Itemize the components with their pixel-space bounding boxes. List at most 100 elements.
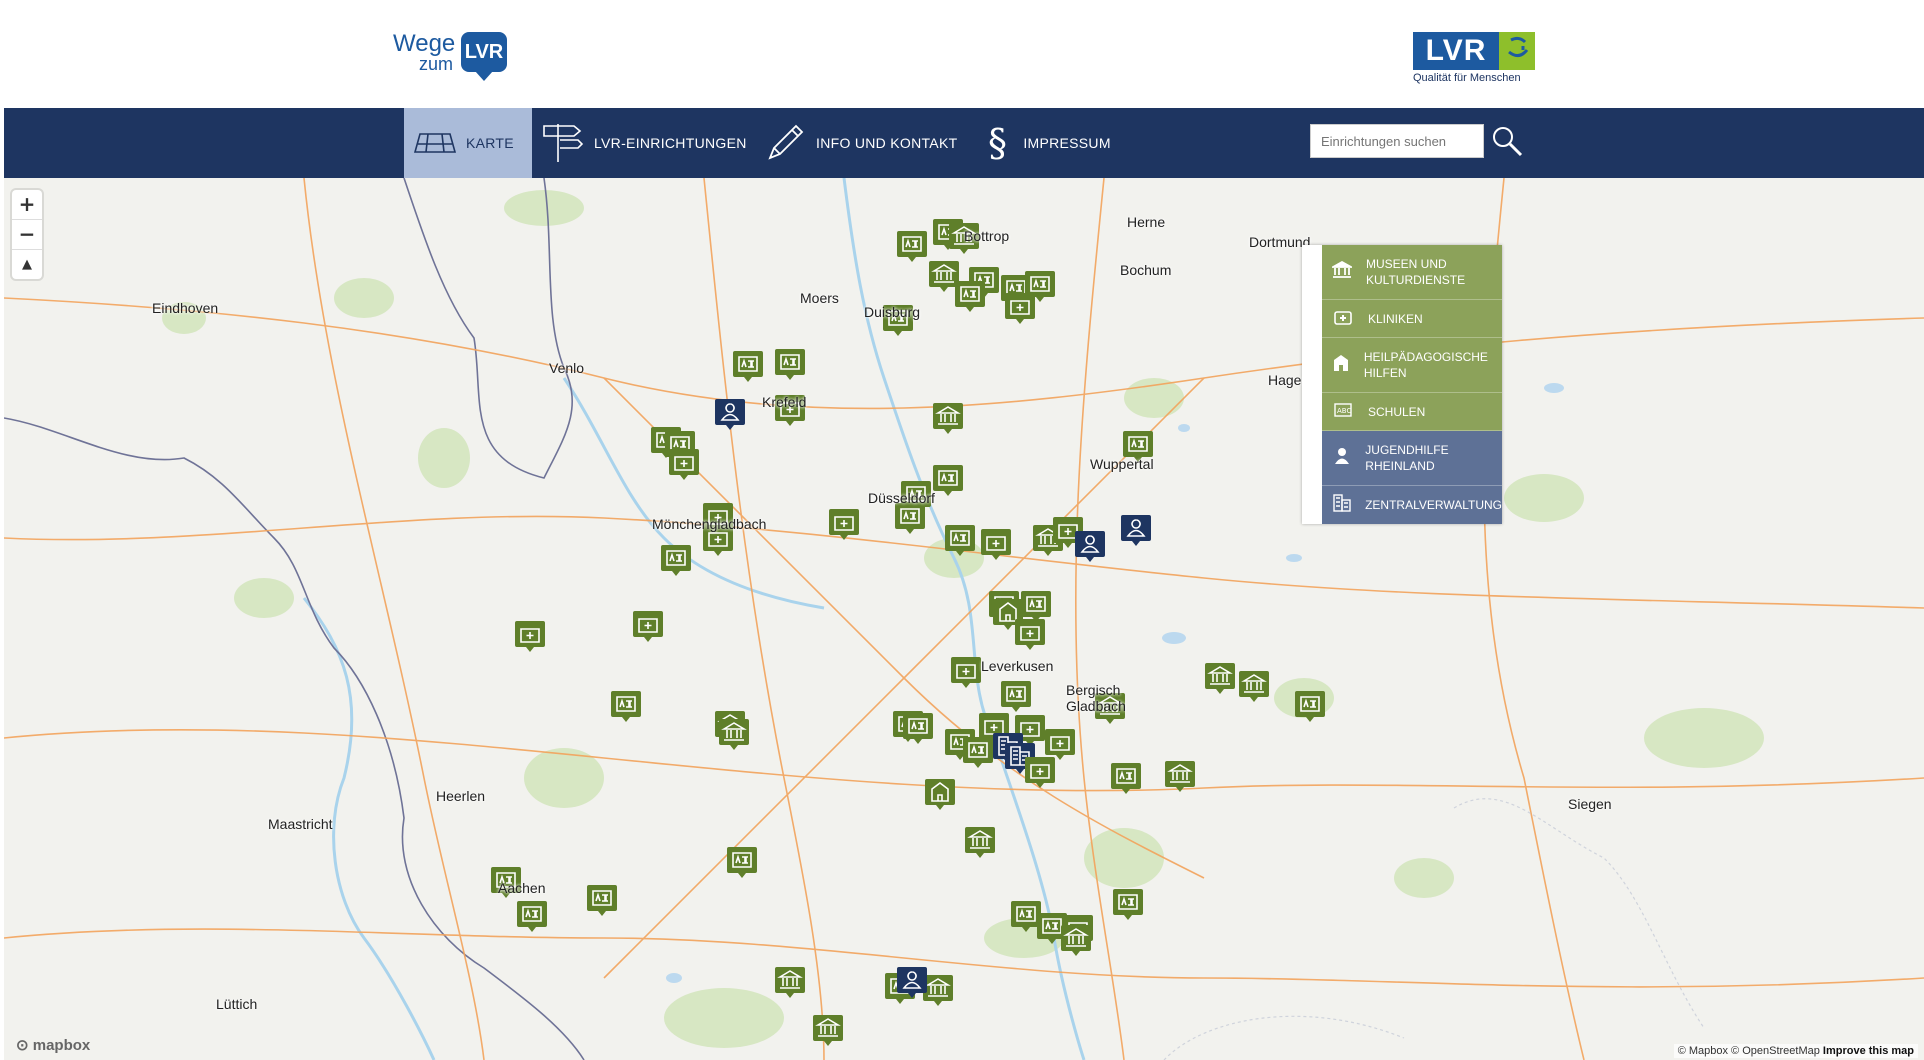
compass-button[interactable]: ▲ <box>12 250 42 279</box>
city-label: Wuppertal <box>1090 456 1154 472</box>
school-marker[interactable] <box>1113 889 1143 920</box>
school-marker[interactable] <box>1001 681 1031 712</box>
house-marker[interactable] <box>925 779 955 810</box>
nav-item-impressum[interactable]: § IMPRESSUM <box>988 108 1111 178</box>
museum-marker[interactable] <box>929 261 959 292</box>
school-marker[interactable] <box>897 231 927 262</box>
school-marker[interactable] <box>517 901 547 932</box>
clinic-icon <box>1332 309 1354 329</box>
legend-item-heilpaedagogische-hilfen[interactable]: HEILPÄDAGOGISCHE HILFEN <box>1322 338 1502 393</box>
logo-lvr-bubble: LVR <box>461 32 507 81</box>
category-legend: MUSEEN UND KULTURDIENSTE KLINIKEN HEILPÄ… <box>1302 245 1502 524</box>
lvr-tagline: Qualität für Menschen <box>1413 72 1521 84</box>
legend-item-jugendhilfe[interactable]: JUGENDHILFE RHEINLAND <box>1322 431 1502 486</box>
city-label: Heerlen <box>436 788 486 804</box>
legend-item-museen[interactable]: MUSEEN UND KULTURDIENSTE <box>1322 245 1502 300</box>
museum-marker[interactable] <box>813 1015 843 1046</box>
search-input[interactable] <box>1310 124 1484 158</box>
clinic-marker[interactable] <box>515 621 545 652</box>
signpost-icon <box>540 120 584 167</box>
map-icon <box>413 130 457 157</box>
nav-item-karte[interactable]: KARTE <box>404 108 532 178</box>
school-marker[interactable] <box>1111 763 1141 794</box>
facility-markers[interactable] <box>491 219 1325 1046</box>
clinic-marker[interactable] <box>1045 729 1075 760</box>
legend-label: MUSEEN UND KULTURDIENSTE <box>1366 257 1466 287</box>
city-label: Krefeld <box>762 394 807 410</box>
city-label: Siegen <box>1568 796 1612 812</box>
attribution-text: © Mapbox © OpenStreetMap <box>1677 1045 1820 1057</box>
museum-marker[interactable] <box>933 403 963 434</box>
logo-zum-text: zum <box>419 54 454 74</box>
zoom-out-button[interactable]: − <box>12 220 42 250</box>
museum-marker[interactable] <box>1205 663 1235 694</box>
paragraph-icon: § <box>988 121 1008 165</box>
city-label: Mönchengladbach <box>652 516 767 532</box>
map-background <box>4 178 1924 1060</box>
clinic-marker[interactable] <box>1005 293 1035 324</box>
youth-welfare-marker[interactable] <box>715 399 745 430</box>
lvr-face-icon <box>1499 32 1535 70</box>
museum-marker[interactable] <box>1061 925 1091 956</box>
legend-item-zentralverwaltung[interactable]: ZENTRALVERWALTUNG <box>1322 486 1502 524</box>
clinic-marker[interactable] <box>669 449 699 480</box>
clinic-marker[interactable] <box>829 509 859 540</box>
museum-icon <box>1329 260 1355 283</box>
main-nav: KARTE LVR-EINRICHTUNGEN INFO UND KONTAKT… <box>4 108 1924 178</box>
school-marker[interactable] <box>933 465 963 496</box>
nav-label-info-und-kontakt: INFO UND KONTAKT <box>816 135 958 151</box>
nav-item-info-und-kontakt[interactable]: INFO UND KONTAKT <box>766 108 957 178</box>
museum-marker[interactable] <box>965 827 995 858</box>
city-label: Moers <box>800 290 839 306</box>
clinic-marker[interactable] <box>1015 619 1045 650</box>
museum-marker[interactable] <box>719 719 749 750</box>
legend-item-schulen[interactable]: ABC SCHULEN <box>1322 393 1502 431</box>
city-label: Bottrop <box>964 228 1010 244</box>
school-marker[interactable] <box>963 737 993 768</box>
school-marker[interactable] <box>775 349 805 380</box>
city-label: Eindhoven <box>152 300 219 316</box>
site-header: Wege zum LVR LVR Qualität für Menschen <box>0 0 1924 108</box>
search-icon[interactable] <box>1490 124 1524 158</box>
school-marker[interactable] <box>1021 591 1051 622</box>
city-label: Bergisch Gladbach <box>1066 682 1126 714</box>
clinic-marker[interactable] <box>1025 757 1055 788</box>
nav-label-karte: KARTE <box>466 135 514 151</box>
lvr-logo-text: LVR <box>1413 32 1499 70</box>
school-marker[interactable] <box>733 351 763 382</box>
school-marker[interactable] <box>661 545 691 576</box>
museum-marker[interactable] <box>775 967 805 998</box>
museum-marker[interactable] <box>923 975 953 1006</box>
zoom-in-button[interactable]: + <box>12 190 42 220</box>
museum-marker[interactable] <box>1165 761 1195 792</box>
city-label: Leverkusen <box>981 658 1054 674</box>
youth-welfare-marker[interactable] <box>1075 531 1105 562</box>
school-marker[interactable] <box>587 885 617 916</box>
clinic-marker[interactable] <box>633 611 663 642</box>
school-marker[interactable] <box>955 281 985 312</box>
lvr-logo[interactable]: LVR Qualität für Menschen <box>1413 32 1538 86</box>
city-label: Lüttich <box>216 996 258 1012</box>
city-label: Duisburg <box>864 304 921 320</box>
office-icon <box>1332 494 1351 516</box>
legend-item-kliniken[interactable]: KLINIKEN <box>1322 300 1502 338</box>
map-canvas[interactable]: Eindhoven Moers Bottrop Duisburg Herne B… <box>4 178 1924 1060</box>
legend-label: ZENTRALVERWALTUNG <box>1365 498 1502 512</box>
mapbox-logo-text: mapbox <box>32 1037 91 1054</box>
zoom-control: + − ▲ <box>12 190 42 279</box>
youth-welfare-marker[interactable] <box>1121 515 1151 546</box>
city-label: Venlo <box>549 360 585 376</box>
svg-text:ABC: ABC <box>1337 407 1351 415</box>
improve-map-link[interactable]: Improve this map <box>1823 1045 1914 1057</box>
mapbox-logo[interactable]: ⊙ mapbox <box>16 1036 90 1054</box>
school-marker[interactable] <box>727 847 757 878</box>
nav-label-lvr-einrichtungen: LVR-EINRICHTUNGEN <box>594 135 747 151</box>
legend-label: SCHULEN <box>1368 404 1426 419</box>
school-marker[interactable] <box>611 691 641 722</box>
wege-zum-lvr-logo[interactable]: Wege zum LVR <box>393 30 523 82</box>
legend-label: JUGENDHILFE RHEINLAND <box>1365 443 1449 473</box>
city-label: Herne <box>1127 214 1166 230</box>
nav-item-lvr-einrichtungen[interactable]: LVR-EINRICHTUNGEN <box>540 108 747 178</box>
school-marker[interactable] <box>895 503 925 534</box>
museum-marker[interactable] <box>1239 671 1269 702</box>
